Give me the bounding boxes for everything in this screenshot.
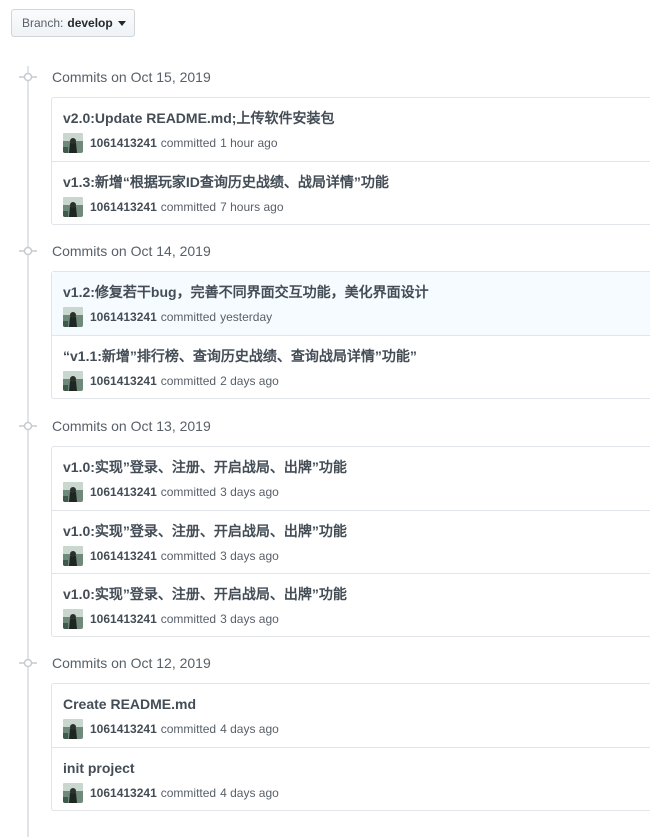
committed-label: committed	[160, 374, 217, 388]
commit-list: v1.0:实现”登录、注册、开启战局、出牌”功能 1061413241 comm…	[51, 446, 650, 637]
commit-group-title: Commits on Oct 12, 2019	[52, 655, 211, 671]
commit-list: Create README.md 1061413241 committed 4 …	[51, 683, 650, 811]
avatar[interactable]	[63, 197, 83, 217]
committed-label: committed	[160, 485, 217, 499]
commit-row: v1.0:实现”登录、注册、开启战局、出牌”功能 1061413241 comm…	[52, 447, 650, 510]
commit-meta: 1061413241 committed 3 days ago	[63, 546, 279, 566]
git-commit-icon	[19, 72, 37, 82]
git-commit-icon	[19, 421, 37, 431]
author-link[interactable]: 1061413241	[90, 786, 157, 800]
author-link[interactable]: 1061413241	[90, 612, 157, 626]
commit-meta: 1061413241 committed yesterday	[63, 307, 272, 327]
relative-time: 1 hour ago	[220, 136, 278, 150]
committed-label: committed	[160, 310, 217, 324]
commit-group-title: Commits on Oct 14, 2019	[52, 243, 211, 259]
commit-group-header: Commits on Oct 12, 2019	[0, 652, 650, 674]
commit-message-link[interactable]: Create README.md	[63, 695, 196, 713]
commit-meta: 1061413241 committed 7 hours ago	[63, 197, 284, 217]
relative-time: 4 days ago	[220, 786, 279, 800]
commit-meta: 1061413241 committed 4 days ago	[63, 719, 279, 739]
commit-row: v2.0:Update README.md;上传软件安装包 1061413241…	[52, 98, 650, 161]
relative-time: yesterday	[220, 310, 273, 324]
commit-message-link[interactable]: “v1.1:新增”排行榜、查询历史战绩、查询战局详情”功能”	[63, 347, 417, 365]
git-commit-icon	[19, 246, 37, 256]
commit-group-header: Commits on Oct 14, 2019	[0, 240, 650, 262]
committed-label: committed	[160, 200, 217, 214]
author-link[interactable]: 1061413241	[90, 549, 157, 563]
commit-message-link[interactable]: v1.2:修复若干bug，完善不同界面交互功能，美化界面设计	[63, 283, 429, 301]
relative-time: 3 days ago	[220, 485, 279, 499]
committed-label: committed	[160, 549, 217, 563]
avatar[interactable]	[63, 307, 83, 327]
commit-group-title: Commits on Oct 15, 2019	[52, 69, 211, 85]
commit-row: “v1.1:新增”排行榜、查询历史战绩、查询战局详情”功能” 106141324…	[52, 335, 650, 398]
relative-time: 3 days ago	[220, 549, 279, 563]
avatar[interactable]	[63, 371, 83, 391]
branch-prefix-label: Branch:	[22, 16, 64, 30]
author-link[interactable]: 1061413241	[90, 374, 157, 388]
commit-row: Create README.md 1061413241 committed 4 …	[52, 684, 650, 747]
commit-message-link[interactable]: init project	[63, 759, 135, 777]
author-link[interactable]: 1061413241	[90, 136, 157, 150]
committed-label: committed	[160, 612, 217, 626]
avatar[interactable]	[63, 133, 83, 153]
relative-time: 3 days ago	[220, 612, 279, 626]
commit-message-link[interactable]: v1.0:实现”登录、注册、开启战局、出牌”功能	[63, 585, 347, 603]
commit-row: v1.3:新增“根据玩家ID查询历史战绩、战局详情”功能 1061413241 …	[52, 161, 650, 224]
committed-label: committed	[160, 722, 217, 736]
commit-meta: 1061413241 committed 1 hour ago	[63, 133, 278, 153]
committed-label: committed	[160, 786, 217, 800]
avatar[interactable]	[63, 719, 83, 739]
timeline-line	[27, 66, 29, 837]
avatar[interactable]	[63, 546, 83, 566]
branch-name-label: develop	[67, 16, 113, 30]
commit-group-header: Commits on Oct 13, 2019	[0, 415, 650, 437]
avatar[interactable]	[63, 609, 83, 629]
commit-list: v1.2:修复若干bug，完善不同界面交互功能，美化界面设计 106141324…	[51, 271, 650, 399]
commit-list: v2.0:Update README.md;上传软件安装包 1061413241…	[51, 97, 650, 225]
avatar[interactable]	[63, 482, 83, 502]
git-commit-icon	[19, 658, 37, 668]
committed-label: committed	[160, 136, 217, 150]
relative-time: 7 hours ago	[220, 200, 284, 214]
author-link[interactable]: 1061413241	[90, 485, 157, 499]
commit-row: init project 1061413241 committed 4 days…	[52, 747, 650, 810]
author-link[interactable]: 1061413241	[90, 200, 157, 214]
commit-row: v1.2:修复若干bug，完善不同界面交互功能，美化界面设计 106141324…	[52, 272, 650, 335]
commit-message-link[interactable]: v2.0:Update README.md;上传软件安装包	[63, 109, 334, 127]
author-link[interactable]: 1061413241	[90, 722, 157, 736]
commit-meta: 1061413241 committed 3 days ago	[63, 609, 279, 629]
commit-meta: 1061413241 committed 4 days ago	[63, 783, 279, 803]
commit-row: v1.0:实现”登录、注册、开启战局、出牌”功能 1061413241 comm…	[52, 510, 650, 573]
commit-message-link[interactable]: v1.0:实现”登录、注册、开启战局、出牌”功能	[63, 458, 347, 476]
author-link[interactable]: 1061413241	[90, 310, 157, 324]
avatar[interactable]	[63, 783, 83, 803]
commit-group-header: Commits on Oct 15, 2019	[0, 66, 650, 88]
relative-time: 4 days ago	[220, 722, 279, 736]
commit-message-link[interactable]: v1.0:实现”登录、注册、开启战局、出牌”功能	[63, 522, 347, 540]
caret-down-icon	[117, 21, 126, 26]
commit-meta: 1061413241 committed 3 days ago	[63, 482, 279, 502]
commit-row: v1.0:实现”登录、注册、开启战局、出牌”功能 1061413241 comm…	[52, 573, 650, 636]
branch-select-button[interactable]: Branch: develop	[11, 9, 135, 37]
commit-message-link[interactable]: v1.3:新增“根据玩家ID查询历史战绩、战局详情”功能	[63, 173, 389, 191]
commit-meta: 1061413241 committed 2 days ago	[63, 371, 279, 391]
commit-group-title: Commits on Oct 13, 2019	[52, 418, 211, 434]
relative-time: 2 days ago	[220, 374, 279, 388]
